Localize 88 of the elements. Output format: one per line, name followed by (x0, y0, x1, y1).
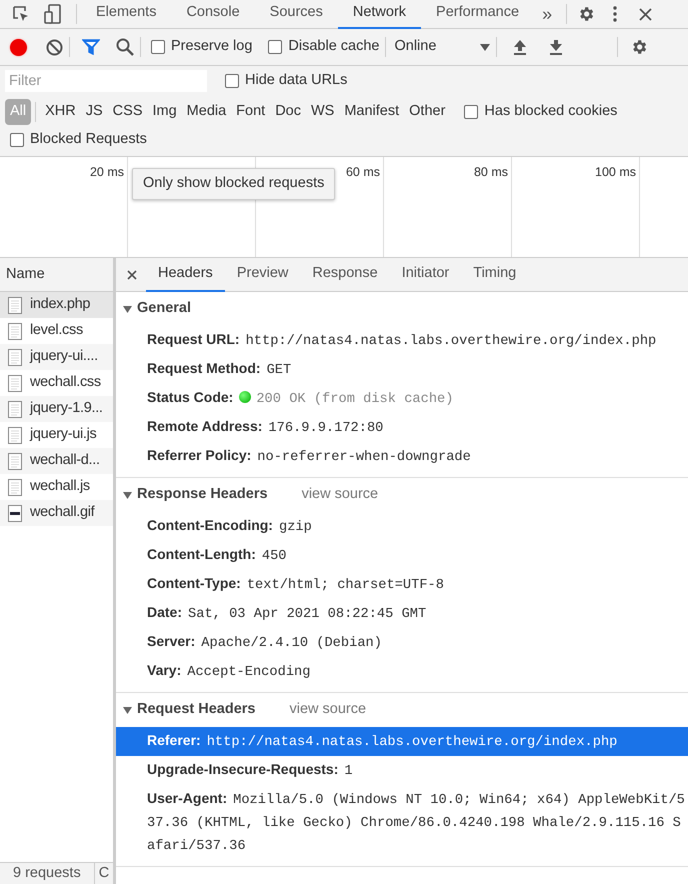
header-row-text: Upgrade-Insecure-Requests: 1 (146, 760, 354, 781)
time-tick-label: 20 ms (90, 164, 124, 181)
section-header[interactable]: Request Headers (123, 699, 256, 721)
hide-data-urls-checkbox[interactable]: Hide data URLs (225, 70, 348, 92)
panel-tab[interactable]: Console (171, 0, 255, 28)
header-row-text: Vary: Accept-Encoding (146, 661, 312, 682)
file-icon (8, 478, 22, 496)
type-filter[interactable]: JS (80, 99, 108, 125)
close-icon[interactable] (127, 270, 137, 280)
expanded-caret-icon (123, 706, 132, 714)
type-filter[interactable]: Media (182, 99, 232, 125)
header-row-text: Content-Type: text/html; charset=UTF-8 (146, 574, 445, 595)
checkbox[interactable] (464, 105, 478, 119)
type-filter[interactable]: Manifest (339, 99, 404, 125)
header-row-text: User-Agent: Mozilla/5.0 (Windows NT 10.0; Win64; x64) AppleWebKit/537.36 (KHTML, like Gecko) Chrome/86.0.4240.198 Whale/2.9.115.16 Safari/537.36 (146, 789, 686, 856)
header-row-text: Request Method: GET (146, 359, 292, 380)
header-row-text: Request URL: http://natas4.natas.labs.overthewire.org/index.php (146, 330, 658, 351)
clear-icon[interactable] (46, 38, 63, 56)
file-icon (8, 296, 22, 314)
request-row[interactable]: wechall.gif (0, 500, 113, 526)
panel-tab[interactable]: Elements (81, 0, 172, 28)
file-icon (8, 400, 22, 418)
view-source-link[interactable]: view source (289, 699, 366, 721)
checkbox[interactable] (10, 133, 24, 147)
type-filter[interactable]: Other (404, 99, 450, 125)
throttling-dropdown[interactable]: Online (394, 36, 490, 58)
download-icon[interactable] (549, 39, 564, 55)
header-row-text: Content-Length: 450 (146, 545, 288, 566)
inspect-element-icon[interactable] (12, 5, 30, 23)
type-filter[interactable]: WS (306, 99, 340, 125)
request-row[interactable]: wechall-d... (0, 448, 113, 474)
type-filter[interactable]: Doc (270, 99, 306, 125)
header-row-text: Status Code: 200 OK (from disk cache) (146, 388, 454, 409)
section-header[interactable]: General (123, 298, 191, 320)
file-icon (8, 322, 22, 340)
detail-tab[interactable]: Initiator (390, 258, 462, 292)
header-row-text: Date: Sat, 03 Apr 2021 08:22:45 GMT (146, 603, 428, 624)
column-header[interactable]: Name (0, 258, 113, 292)
transfer-size: C (98, 864, 110, 883)
type-filter[interactable]: XHR (40, 99, 81, 125)
disable-cache-checkbox[interactable]: Disable cache (268, 36, 380, 58)
view-source-link[interactable]: view source (302, 484, 378, 506)
checkbox[interactable] (225, 74, 239, 88)
image-file-icon (8, 504, 22, 522)
file-icon (8, 426, 22, 444)
expanded-caret-icon (123, 304, 132, 314)
search-icon[interactable] (116, 38, 134, 56)
panel-tab[interactable]: Sources (254, 0, 338, 28)
more-tabs-button[interactable]: » (534, 0, 560, 28)
request-row[interactable]: jquery-1.9... (0, 396, 113, 422)
record-button[interactable] (10, 38, 27, 56)
time-tick-label: 60 ms (346, 164, 380, 181)
type-filter[interactable]: Img (148, 99, 182, 125)
filter-icon[interactable] (82, 39, 100, 55)
blocked-cookies-checkbox[interactable]: Has blocked cookies (464, 101, 618, 123)
type-filter[interactable]: CSS (108, 99, 148, 125)
section-header[interactable]: Response Headers (123, 484, 268, 506)
checkbox[interactable] (151, 40, 165, 54)
preserve-log-checkbox[interactable]: Preserve log (151, 36, 252, 58)
file-icon (8, 452, 22, 470)
header-row: Referer: http://natas4.natas.labs.overthewire.org/index.php (116, 727, 688, 756)
type-filter[interactable]: Font (231, 99, 270, 125)
request-row[interactable]: index.php (0, 292, 113, 318)
header-row-text: Referrer Policy: no-referrer-when-downgrade (146, 446, 472, 467)
file-icon (8, 348, 22, 366)
blocked-requests-checkbox[interactable]: Blocked Requests (10, 129, 147, 151)
close-icon[interactable] (639, 8, 652, 20)
detail-tab[interactable]: Preview (224, 258, 300, 292)
expanded-caret-icon (123, 490, 132, 500)
file-icon (8, 374, 22, 392)
tooltip: Only show blocked requests (132, 168, 336, 200)
time-tick-label: 100 ms (595, 164, 636, 181)
detail-tab[interactable]: Response (300, 258, 390, 292)
request-count: 9 requests (0, 863, 95, 884)
request-row[interactable]: jquery-ui.... (0, 344, 113, 370)
detail-tab[interactable]: Headers (146, 258, 225, 292)
device-toolbar-icon[interactable] (44, 4, 62, 24)
time-tick-label: 80 ms (474, 164, 508, 181)
filter-input[interactable]: Filter (5, 70, 207, 92)
dropdown-caret-icon (480, 44, 490, 50)
more-options-icon[interactable] (613, 6, 618, 22)
panel-tab[interactable]: Performance (421, 0, 534, 28)
header-row-text: Server: Apache/2.4.10 (Debian) (146, 632, 383, 653)
detail-tab[interactable]: Timing (461, 258, 528, 292)
header-row-text: Remote Address: 176.9.9.172:80 (146, 417, 384, 438)
header-row-text: Content-Encoding: gzip (146, 516, 313, 537)
upload-icon[interactable] (513, 39, 528, 55)
checkbox[interactable] (268, 40, 282, 54)
